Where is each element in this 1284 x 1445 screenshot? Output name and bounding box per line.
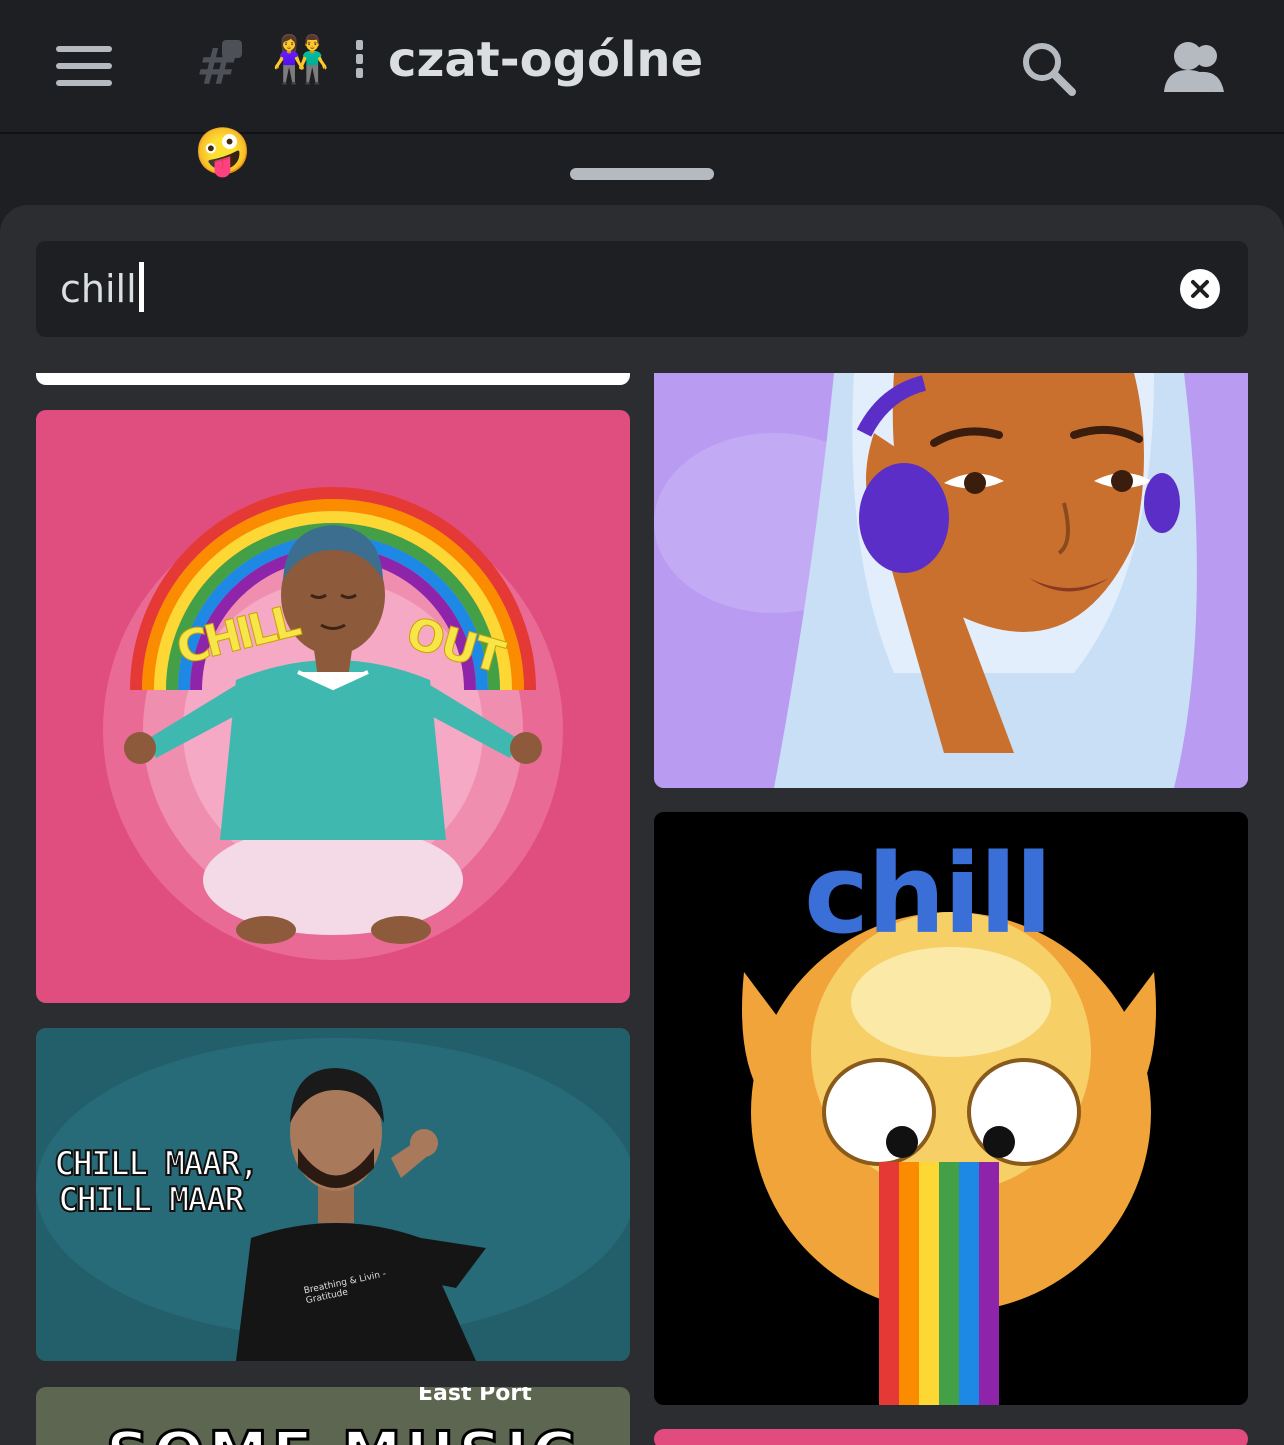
gif-tile-chill-maar[interactable]: CHILL MAAR, CHILL MAAR Breathing & Livin…: [36, 1028, 630, 1361]
chill-maar-line1: CHILL MAAR,: [53, 1143, 260, 1185]
gif-picker-sheet: chill CHILL OUT CHILL MAAR, CHILL MAAR B…: [0, 205, 1284, 1445]
gif-tile-chill-emoji[interactable]: chill: [654, 812, 1248, 1405]
gif-tile-headphones[interactable]: [654, 373, 1248, 788]
chill-out-illustration: [103, 487, 563, 960]
sheet-drag-handle[interactable]: [570, 168, 714, 180]
lock-icon: [222, 40, 242, 58]
separator-icon: [356, 40, 364, 90]
gif-search-input[interactable]: chill: [36, 241, 1248, 337]
channel-header: # 👫 czat-ogólne: [0, 0, 1284, 134]
close-icon: [1191, 280, 1209, 298]
clear-search-button[interactable]: [1180, 269, 1220, 309]
gif-search-field[interactable]: chill: [60, 261, 144, 312]
search-value: chill: [60, 267, 137, 311]
gif-tile-some-music[interactable]: East Port SOME MUSIC: [36, 1387, 630, 1445]
gif-tile-chill-out[interactable]: CHILL OUT: [36, 410, 630, 1003]
some-music-text: SOME MUSIC: [105, 1418, 580, 1445]
gif-tile-partial-bottom[interactable]: [654, 1429, 1248, 1445]
channel-title[interactable]: czat-ogólne: [388, 32, 703, 88]
text-caret: [138, 261, 144, 312]
message-emoji: 🤪: [194, 124, 252, 178]
members-icon[interactable]: [1160, 40, 1226, 96]
hamburger-icon[interactable]: [56, 46, 112, 86]
search-icon[interactable]: [1020, 40, 1076, 96]
map-place-label: East Port: [418, 1387, 532, 1406]
channel-emoji: 👫: [272, 32, 330, 86]
chill-maar-line2: CHILL MAAR: [57, 1179, 246, 1221]
gif-tile-partial-top[interactable]: [36, 373, 630, 385]
headphones-illustration: [654, 373, 1248, 788]
chill-caption: chill: [804, 830, 1053, 958]
